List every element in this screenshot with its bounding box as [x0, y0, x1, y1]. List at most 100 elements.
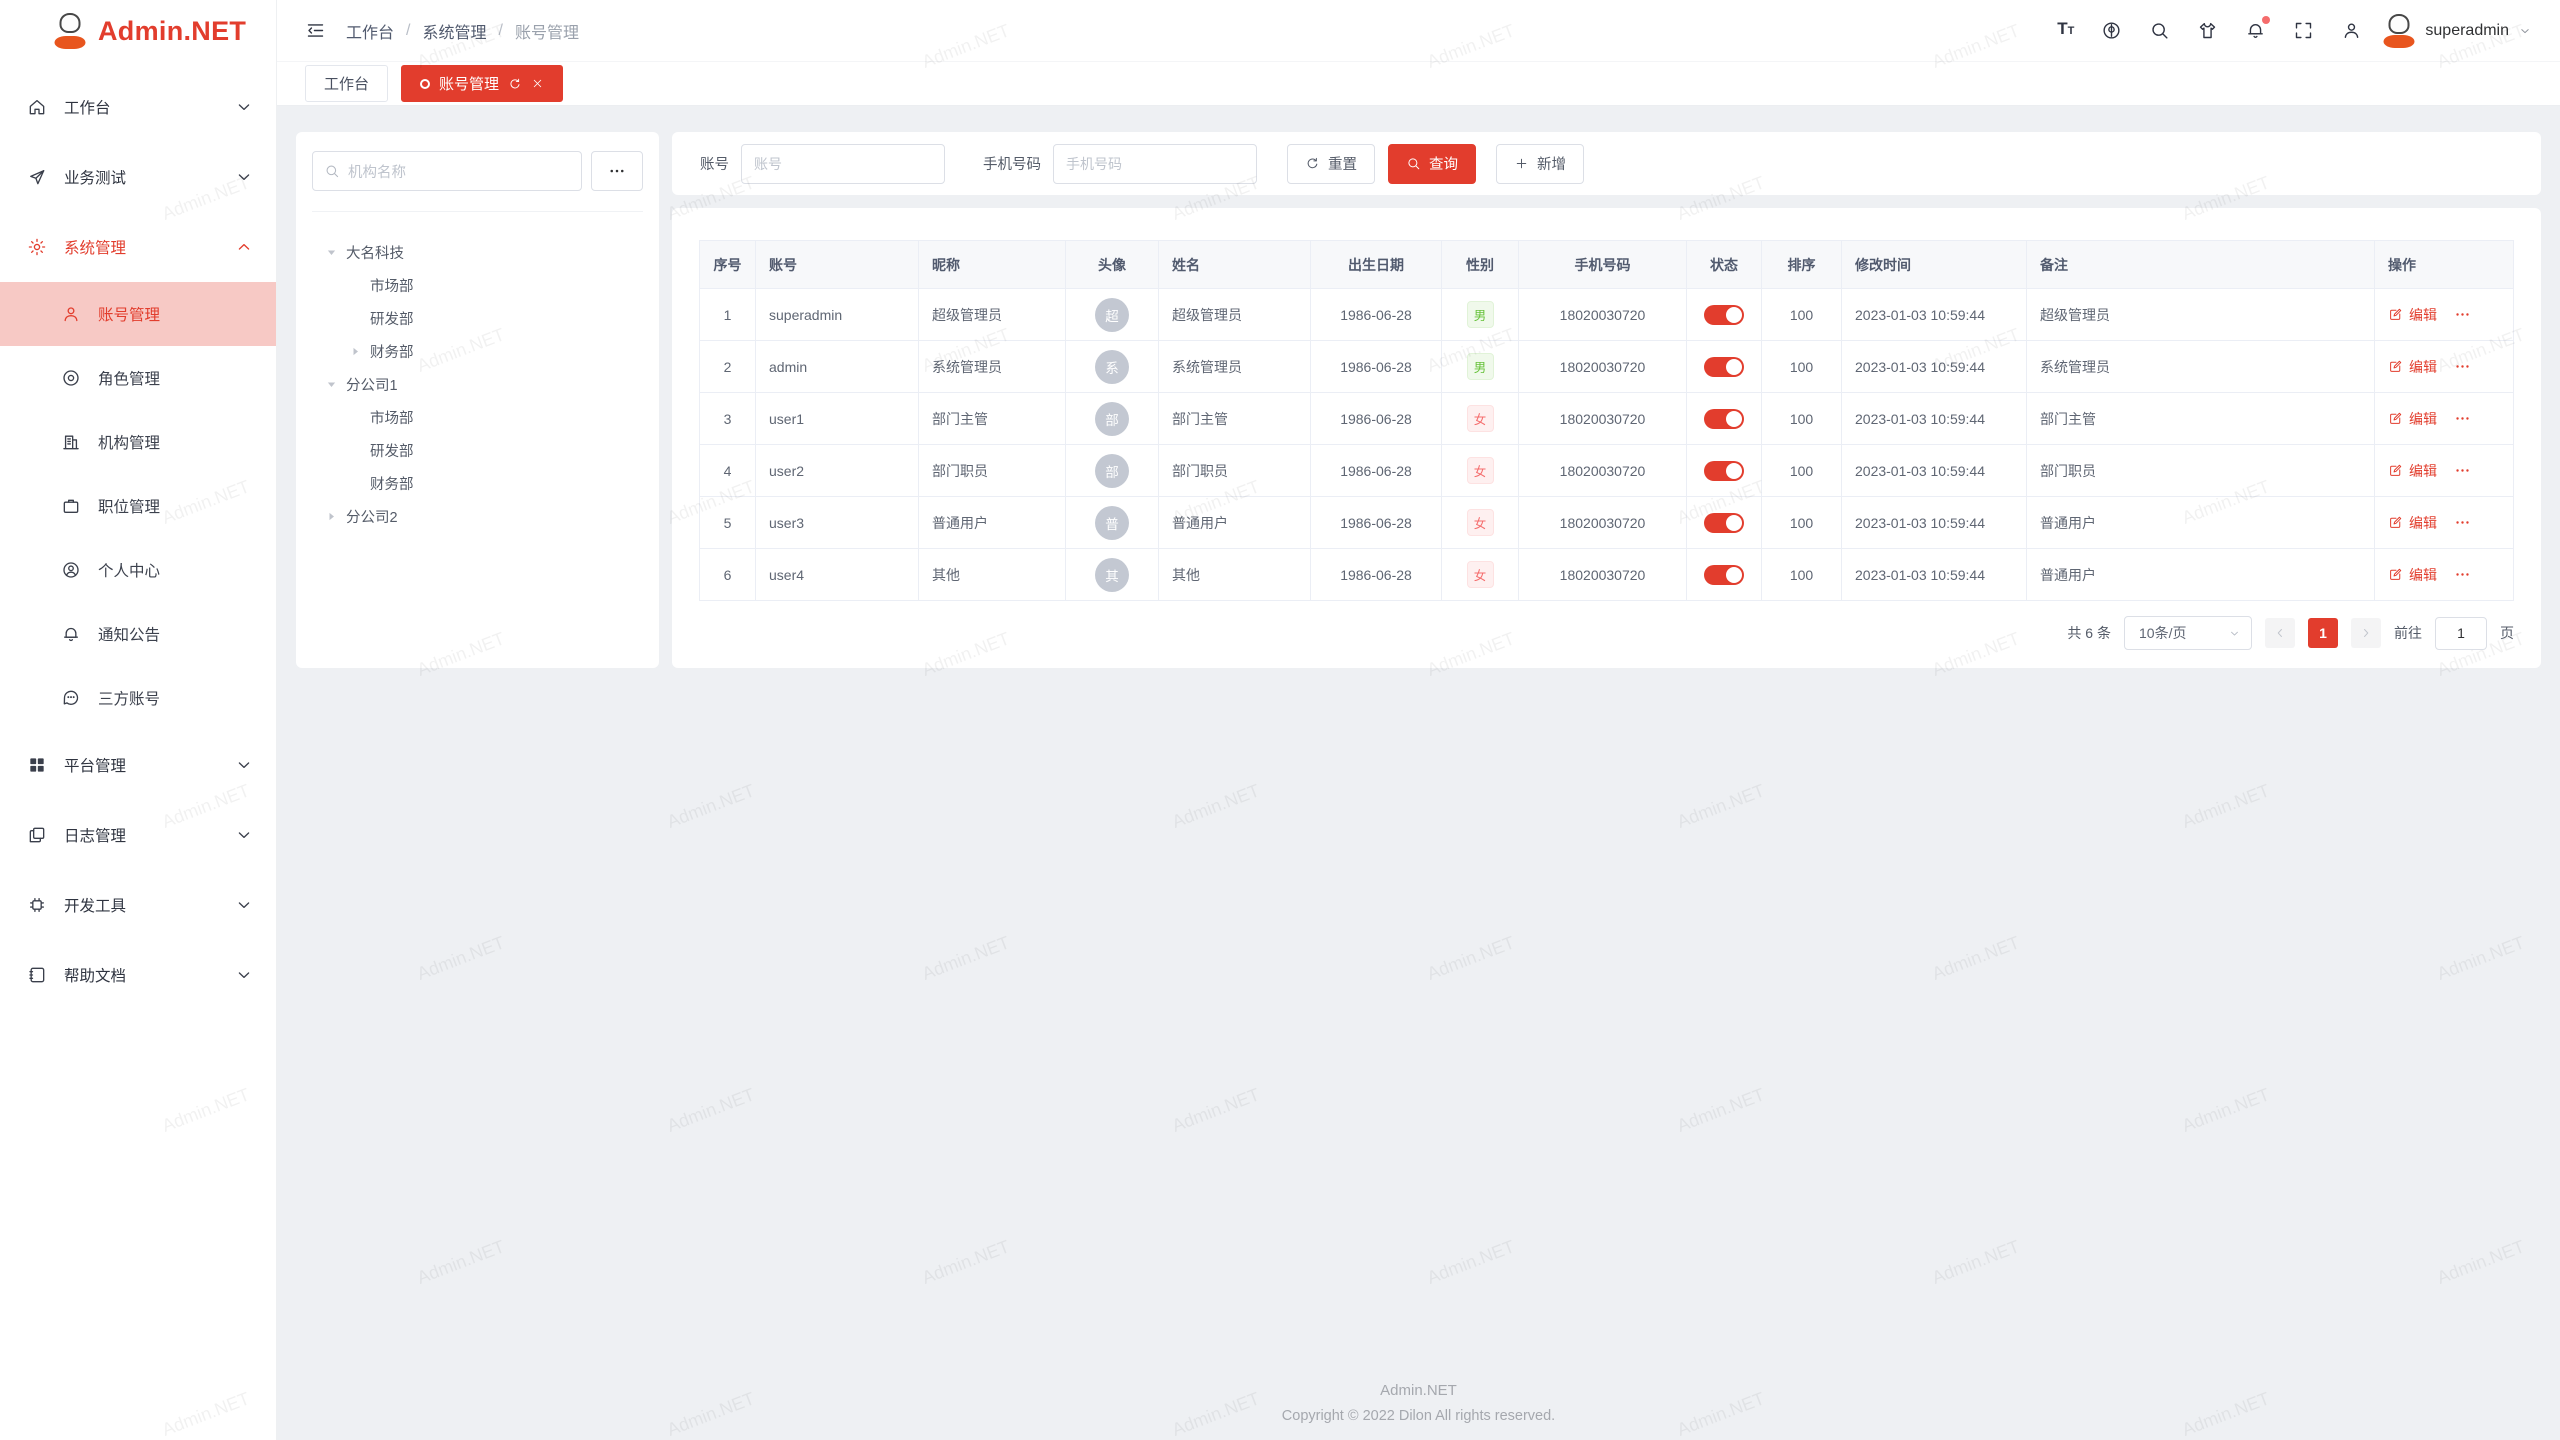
sidebar-item-log-management[interactable]: 日志管理 — [0, 800, 276, 870]
tree-node[interactable]: 财务部 — [312, 467, 643, 500]
breadcrumb-item[interactable]: 系统管理 — [422, 19, 486, 43]
tree-node-label: 分公司1 — [346, 374, 398, 395]
cell-sort: 100 — [1762, 289, 1842, 341]
cell-account: user1 — [756, 393, 919, 445]
chevron-down-icon — [2518, 24, 2532, 38]
breadcrumb-item[interactable]: 工作台 — [346, 19, 394, 43]
sidebar-item-platform-management[interactable]: 平台管理 — [0, 730, 276, 800]
cell-status — [1687, 341, 1762, 393]
more-actions-button[interactable] — [2454, 462, 2471, 479]
goto-page-input[interactable] — [2435, 617, 2487, 650]
sidebar-item-account-management[interactable]: 账号管理 — [0, 282, 276, 346]
cell-name: 超级管理员 — [1159, 289, 1311, 341]
cell-remark: 系统管理员 — [2027, 341, 2375, 393]
tree-node[interactable]: 分公司2 — [312, 500, 643, 533]
sidebar-item-position-management[interactable]: 职位管理 — [0, 474, 276, 538]
tab-workbench[interactable]: 工作台 — [305, 65, 388, 102]
tree-node[interactable]: 分公司1 — [312, 368, 643, 401]
user-icon[interactable] — [2341, 20, 2362, 41]
edit-label: 编辑 — [2409, 565, 2437, 585]
edit-button[interactable]: 编辑 — [2388, 305, 2437, 325]
tree-more-button[interactable] — [591, 151, 643, 191]
more-actions-button[interactable] — [2454, 306, 2471, 323]
status-toggle[interactable] — [1704, 409, 1744, 429]
close-icon[interactable] — [531, 77, 544, 90]
search-icon[interactable] — [2149, 20, 2170, 41]
cell-index: 5 — [700, 497, 756, 549]
tree-node[interactable]: 研发部 — [312, 302, 643, 335]
next-page-button[interactable] — [2351, 618, 2381, 648]
tree-node[interactable]: 市场部 — [312, 401, 643, 434]
page-number-button[interactable]: 1 — [2308, 618, 2338, 648]
edit-button[interactable]: 编辑 — [2388, 513, 2437, 533]
font-size-icon[interactable]: TT — [2057, 20, 2074, 41]
tree-node-label: 市场部 — [370, 275, 414, 296]
caret-right-icon[interactable] — [348, 344, 363, 359]
query-label: 查询 — [1429, 153, 1458, 174]
cell-sex: 女 — [1442, 497, 1519, 549]
phone-input[interactable] — [1053, 144, 1257, 184]
language-icon[interactable] — [2101, 20, 2122, 41]
sidebar-item-dev-tools[interactable]: 开发工具 — [0, 870, 276, 940]
more-actions-button[interactable] — [2454, 358, 2471, 375]
cell-sex: 女 — [1442, 549, 1519, 601]
reset-button[interactable]: 重置 — [1287, 144, 1375, 184]
plus-icon — [1514, 156, 1529, 171]
sidebar-item-business-test[interactable]: 业务测试 — [0, 142, 276, 212]
prev-page-button[interactable] — [2265, 618, 2295, 648]
notification-icon[interactable] — [2245, 20, 2266, 41]
cell-phone: 18020030720 — [1519, 445, 1687, 497]
cell-index: 4 — [700, 445, 756, 497]
sidebar-item-personal-center[interactable]: 个人中心 — [0, 538, 276, 602]
tree-node[interactable]: 大名科技 — [312, 236, 643, 269]
status-toggle[interactable] — [1704, 305, 1744, 325]
fullscreen-icon[interactable] — [2293, 20, 2314, 41]
sidebar-item-notice-announcement[interactable]: 通知公告 — [0, 602, 276, 666]
more-actions-button[interactable] — [2454, 514, 2471, 531]
collapse-menu-icon[interactable] — [305, 20, 326, 41]
search-icon — [324, 163, 340, 179]
edit-button[interactable]: 编辑 — [2388, 357, 2437, 377]
user-menu[interactable]: superadmin — [2382, 14, 2532, 48]
sidebar-item-label: 系统管理 — [64, 236, 126, 258]
more-actions-button[interactable] — [2454, 566, 2471, 583]
caret-down-icon[interactable] — [324, 245, 339, 260]
edit-button[interactable]: 编辑 — [2388, 461, 2437, 481]
edit-button[interactable]: 编辑 — [2388, 565, 2437, 585]
query-button[interactable]: 查询 — [1388, 144, 1476, 184]
add-button[interactable]: 新增 — [1496, 144, 1584, 184]
sex-badge: 男 — [1467, 353, 1494, 380]
sidebar-item-workbench[interactable]: 工作台 — [0, 72, 276, 142]
sidebar-item-system-management[interactable]: 系统管理 — [0, 212, 276, 282]
tab-account-management[interactable]: 账号管理 — [401, 65, 563, 102]
sidebar-item-third-party-account[interactable]: 三方账号 — [0, 666, 276, 730]
edit-button[interactable]: 编辑 — [2388, 409, 2437, 429]
table-row: 6 user4 其他 其 其他 1986-06-28 女 18020030720… — [700, 549, 2514, 601]
sidebar-item-role-management[interactable]: 角色管理 — [0, 346, 276, 410]
status-toggle[interactable] — [1704, 565, 1744, 585]
caret-right-icon[interactable] — [324, 509, 339, 524]
account-input[interactable] — [741, 144, 945, 184]
status-toggle[interactable] — [1704, 461, 1744, 481]
sidebar-item-help-docs[interactable]: 帮助文档 — [0, 940, 276, 1010]
status-toggle[interactable] — [1704, 513, 1744, 533]
theme-icon[interactable] — [2197, 20, 2218, 41]
cell-account: user2 — [756, 445, 919, 497]
status-toggle[interactable] — [1704, 357, 1744, 377]
tree-node[interactable]: 市场部 — [312, 269, 643, 302]
cell-nickname: 其他 — [919, 549, 1066, 601]
page-size-select[interactable]: 10条/页 — [2124, 616, 2252, 650]
column-header: 备注 — [2027, 241, 2375, 289]
tree-node[interactable]: 财务部 — [312, 335, 643, 368]
column-header: 姓名 — [1159, 241, 1311, 289]
sex-badge: 女 — [1467, 561, 1494, 588]
logo[interactable]: Admin.NET — [0, 0, 276, 62]
more-actions-button[interactable] — [2454, 410, 2471, 427]
column-header: 排序 — [1762, 241, 1842, 289]
caret-down-icon[interactable] — [324, 377, 339, 392]
sidebar-item-org-management[interactable]: 机构管理 — [0, 410, 276, 474]
edit-label: 编辑 — [2409, 461, 2437, 481]
tree-node[interactable]: 研发部 — [312, 434, 643, 467]
sidebar-item-label: 三方账号 — [98, 687, 160, 709]
org-search-input[interactable]: 机构名称 — [312, 151, 582, 191]
